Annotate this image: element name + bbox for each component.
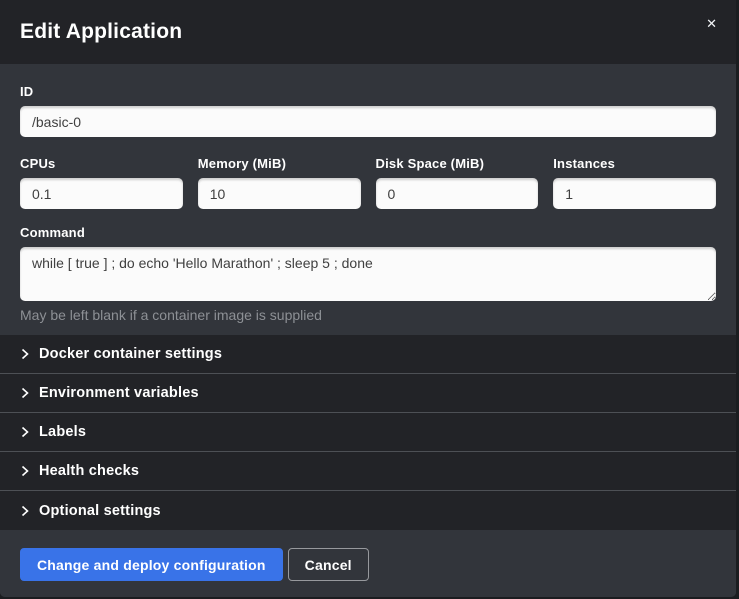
- instances-input[interactable]: [553, 178, 716, 209]
- section-label: Environment variables: [39, 385, 199, 401]
- section-label: Docker container settings: [39, 346, 222, 362]
- instances-field-group: Instances: [553, 156, 716, 209]
- change-and-deploy-button[interactable]: Change and deploy configuration: [20, 548, 283, 581]
- section-health-checks[interactable]: Health checks: [0, 452, 736, 491]
- disk-space-input[interactable]: [376, 178, 539, 209]
- close-icon[interactable]: ✕: [703, 14, 720, 33]
- section-docker-container-settings[interactable]: Docker container settings: [0, 335, 736, 374]
- memory-label: Memory (MiB): [198, 156, 361, 171]
- edit-application-modal: Edit Application ✕ ID CPUs Memory (MiB) …: [0, 0, 736, 597]
- memory-input[interactable]: [198, 178, 361, 209]
- application-form: ID CPUs Memory (MiB) Disk Space (MiB) In…: [0, 64, 736, 335]
- section-environment-variables[interactable]: Environment variables: [0, 374, 736, 413]
- section-label: Optional settings: [39, 503, 161, 519]
- cpus-input[interactable]: [20, 178, 183, 209]
- page-title: Edit Application: [20, 20, 182, 44]
- chevron-right-icon: [20, 387, 30, 399]
- chevron-right-icon: [20, 426, 30, 438]
- section-label: Health checks: [39, 463, 139, 479]
- modal-header: Edit Application ✕: [0, 0, 736, 64]
- command-field-group: Command while [ true ] ; do echo 'Hello …: [20, 225, 716, 323]
- cpus-label: CPUs: [20, 156, 183, 171]
- instances-label: Instances: [553, 156, 716, 171]
- id-field-group: ID: [20, 84, 716, 137]
- chevron-right-icon: [20, 348, 30, 360]
- chevron-right-icon: [20, 465, 30, 477]
- id-label: ID: [20, 84, 716, 99]
- section-labels[interactable]: Labels: [0, 413, 736, 452]
- id-input[interactable]: [20, 106, 716, 137]
- cpus-field-group: CPUs: [20, 156, 183, 209]
- disk-space-field-group: Disk Space (MiB): [376, 156, 539, 209]
- modal-footer: Change and deploy configuration Cancel: [0, 532, 736, 597]
- disk-space-label: Disk Space (MiB): [376, 156, 539, 171]
- command-textarea[interactable]: while [ true ] ; do echo 'Hello Marathon…: [20, 247, 716, 301]
- chevron-right-icon: [20, 505, 30, 517]
- command-help-text: May be left blank if a container image i…: [20, 307, 716, 323]
- collapsible-sections: Docker container settings Environment va…: [0, 335, 736, 530]
- cancel-button[interactable]: Cancel: [288, 548, 369, 581]
- resources-row: CPUs Memory (MiB) Disk Space (MiB) Insta…: [20, 156, 716, 209]
- section-label: Labels: [39, 424, 86, 440]
- section-optional-settings[interactable]: Optional settings: [0, 491, 736, 530]
- command-label: Command: [20, 225, 716, 240]
- memory-field-group: Memory (MiB): [198, 156, 361, 209]
